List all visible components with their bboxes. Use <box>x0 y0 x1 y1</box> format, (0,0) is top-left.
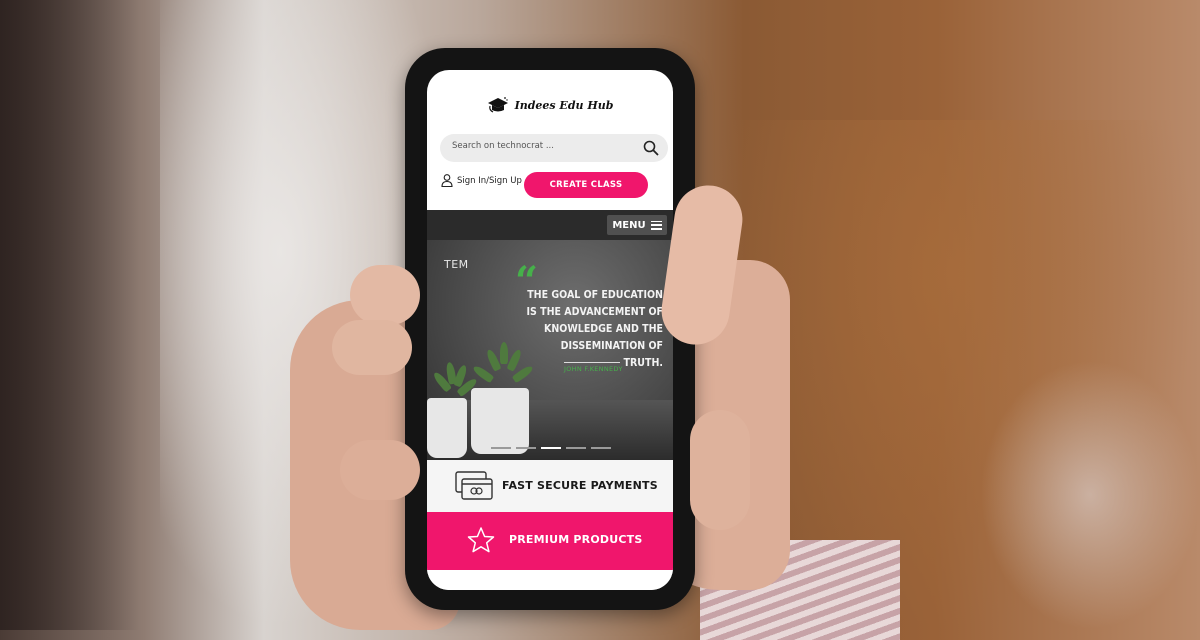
feature-premium: PREMIUM PRODUCTS <box>427 512 673 570</box>
credit-card-icon <box>455 471 493 500</box>
search-icon[interactable] <box>643 140 659 156</box>
quote-author: JOHN F.KENNEDY <box>564 365 623 373</box>
background-light <box>980 360 1200 630</box>
left-finger <box>350 265 420 325</box>
premium-label: PREMIUM PRODUCTS <box>509 533 643 546</box>
quote-divider <box>564 362 620 363</box>
left-finger <box>340 440 420 500</box>
search-input[interactable]: Search on technocrat ... <box>452 141 554 151</box>
slider-dot[interactable] <box>516 447 536 449</box>
hero-brand-mark: TEM <box>444 258 469 271</box>
slider-dot-active[interactable] <box>541 447 561 449</box>
payments-label: FAST SECURE PAYMENTS <box>502 479 658 492</box>
right-finger <box>690 410 750 530</box>
search-bar[interactable]: Search on technocrat ... <box>440 134 668 162</box>
menu-label: MENU <box>612 219 646 231</box>
slider-dot[interactable] <box>566 447 586 449</box>
plant-pot <box>427 398 467 458</box>
signin-label: Sign In/Sign Up <box>457 175 522 186</box>
user-icon <box>441 174 453 187</box>
graduation-cap-icon <box>487 97 508 113</box>
create-class-button[interactable]: CREATE CLASS <box>524 172 648 198</box>
feature-payments: FAST SECURE PAYMENTS <box>427 460 673 512</box>
signin-link[interactable]: Sign In/Sign Up <box>441 174 522 187</box>
site-name: Indees Edu Hub <box>514 98 614 112</box>
left-finger <box>332 320 412 375</box>
hamburger-icon <box>650 220 662 230</box>
nav-bar: MENU <box>427 210 673 240</box>
hero-slider[interactable]: TEM “ The goal of education is the advan… <box>427 240 673 460</box>
menu-button[interactable]: MENU <box>607 215 667 235</box>
star-icon <box>467 527 495 553</box>
site-logo[interactable]: Indees Edu Hub <box>427 96 673 114</box>
slider-dot[interactable] <box>491 447 511 449</box>
hero-quote: The goal of education is the advancement… <box>526 290 663 369</box>
footer-strip <box>427 570 673 590</box>
slider-dot[interactable] <box>591 447 611 449</box>
slider-pagination <box>491 447 611 449</box>
phone-screen: Indees Edu Hub Search on technocrat ... … <box>427 70 673 590</box>
background-shadow <box>0 0 140 630</box>
plant-pot <box>471 388 529 454</box>
